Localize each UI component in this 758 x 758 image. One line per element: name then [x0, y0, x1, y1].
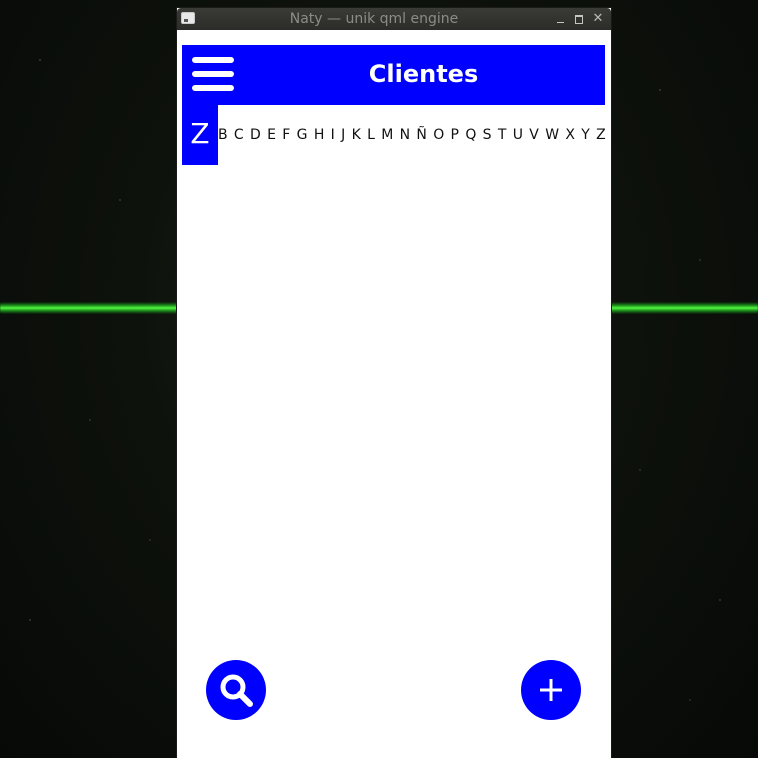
alphabet-letter[interactable]: E: [267, 105, 276, 165]
alphabet-letter[interactable]: V: [529, 105, 539, 165]
minimize-button[interactable]: [553, 11, 567, 27]
alphabet-letter[interactable]: I: [331, 105, 335, 165]
alphabet-letter[interactable]: U: [513, 105, 523, 165]
alphabet-letter[interactable]: P: [451, 105, 459, 165]
plus-icon: [540, 679, 562, 701]
add-client-button[interactable]: [521, 660, 581, 720]
search-button[interactable]: [206, 660, 266, 720]
alphabet-letter[interactable]: T: [498, 105, 507, 165]
alphabet-letter[interactable]: N: [400, 105, 410, 165]
maximize-button[interactable]: [572, 11, 586, 27]
alphabet-selected-letter[interactable]: Z: [182, 105, 218, 165]
alphabet-letter[interactable]: M: [381, 105, 393, 165]
alphabet-letter[interactable]: Y: [581, 105, 590, 165]
alphabet-letter[interactable]: G: [297, 105, 308, 165]
alphabet-letter[interactable]: L: [367, 105, 375, 165]
window-title: Naty — unik qml engine: [289, 11, 459, 27]
alphabet-letter[interactable]: Q: [465, 105, 476, 165]
close-icon: ✕: [592, 11, 604, 26]
minimize-icon: [556, 22, 564, 23]
app-content: Clientes Z BCDEFGHIJKLMNÑOPQSTUVWXYZ: [177, 30, 611, 758]
alphabet-letter[interactable]: C: [234, 105, 244, 165]
alphabet-letter[interactable]: X: [565, 105, 575, 165]
app-header: Clientes: [182, 45, 605, 105]
alphabet-letter[interactable]: S: [483, 105, 492, 165]
alphabet-letter[interactable]: H: [314, 105, 325, 165]
alphabet-letter[interactable]: B: [218, 105, 228, 165]
close-button[interactable]: ✕: [591, 11, 605, 27]
alphabet-letter[interactable]: K: [352, 105, 361, 165]
page-title: Clientes: [368, 60, 479, 88]
alphabet-index: BCDEFGHIJKLMNÑOPQSTUVWXYZ: [218, 105, 606, 165]
alphabet-letter[interactable]: F: [282, 105, 290, 165]
desktop-background: Naty — unik qml engine ✕ Clientes Z BCDE…: [0, 0, 758, 758]
alphabet-letter[interactable]: D: [250, 105, 261, 165]
alphabet-letter[interactable]: Ñ: [416, 105, 426, 165]
alphabet-letter[interactable]: O: [433, 105, 444, 165]
alphabet-letter[interactable]: W: [545, 105, 559, 165]
window-titlebar[interactable]: Naty — unik qml engine ✕: [177, 8, 611, 30]
maximize-icon: [575, 15, 583, 24]
alphabet-letter[interactable]: Z: [596, 105, 606, 165]
hamburger-menu-icon[interactable]: [192, 57, 234, 93]
alphabet-letter[interactable]: J: [341, 105, 345, 165]
app-window: Naty — unik qml engine ✕ Clientes Z BCDE…: [177, 8, 611, 758]
search-icon: [220, 674, 253, 707]
